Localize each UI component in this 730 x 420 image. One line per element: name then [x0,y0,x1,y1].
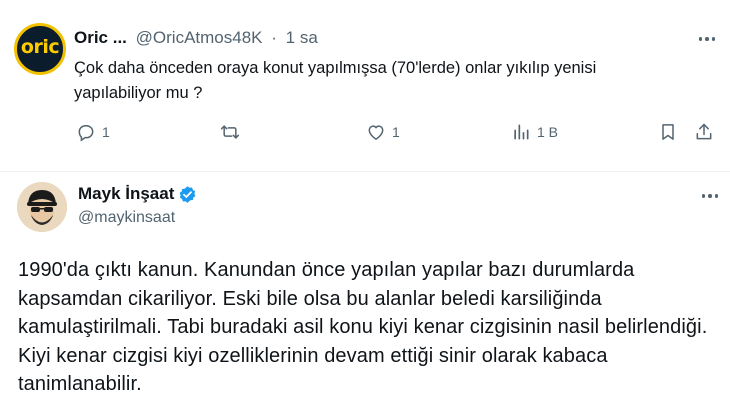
mayk-avatar[interactable] [17,182,67,232]
bookmark-icon [662,124,674,140]
reply-author-handle[interactable]: @OricAtmos48K [136,28,263,47]
separator-dot: · [271,28,277,47]
reply-action-bar: 1 1 1 B [0,122,730,146]
tweet-divider [0,171,730,172]
share-icon [696,123,712,140]
retweet-button[interactable] [220,122,246,142]
main-author-name-row: Mayk İnşaat [78,184,197,204]
reply-button[interactable]: 1 [76,122,110,142]
views-count: 1 B [537,124,559,140]
share-button[interactable] [694,122,714,142]
reply-tweet[interactable]: oric Oric ... @OricAtmos48K · 1 sa Çok d… [0,0,730,171]
views-button[interactable]: 1 B [511,122,558,142]
main-more-icon[interactable] [697,188,723,204]
main-tweet-text: 1990'da çıktı kanun. Kanundan önce yapıl… [18,259,708,395]
like-count: 1 [392,124,400,140]
more-icon[interactable] [694,31,720,47]
reply-count: 1 [102,124,110,140]
avatar-illustration [17,182,67,232]
main-author-handle[interactable]: @maykinsaat [78,209,175,227]
oric-avatar[interactable]: oric [14,23,66,75]
retweet-icon [220,125,240,139]
reply-header: Oric ... @OricAtmos48K · 1 sa [74,28,318,48]
like-button[interactable]: 1 [366,122,400,142]
bookmark-button[interactable] [658,122,678,142]
main-author-name[interactable]: Mayk İnşaat [78,184,174,204]
oric-logo-text: oric [20,36,60,58]
views-icon [514,124,529,140]
reply-icon [78,125,94,142]
like-icon [368,125,384,140]
reply-author-name[interactable]: Oric ... [74,28,127,47]
reply-timestamp[interactable]: 1 sa [286,28,318,47]
verified-badge-icon [179,185,196,203]
reply-text: Çok daha önceden oraya konut yapılmışsa … [74,59,597,102]
